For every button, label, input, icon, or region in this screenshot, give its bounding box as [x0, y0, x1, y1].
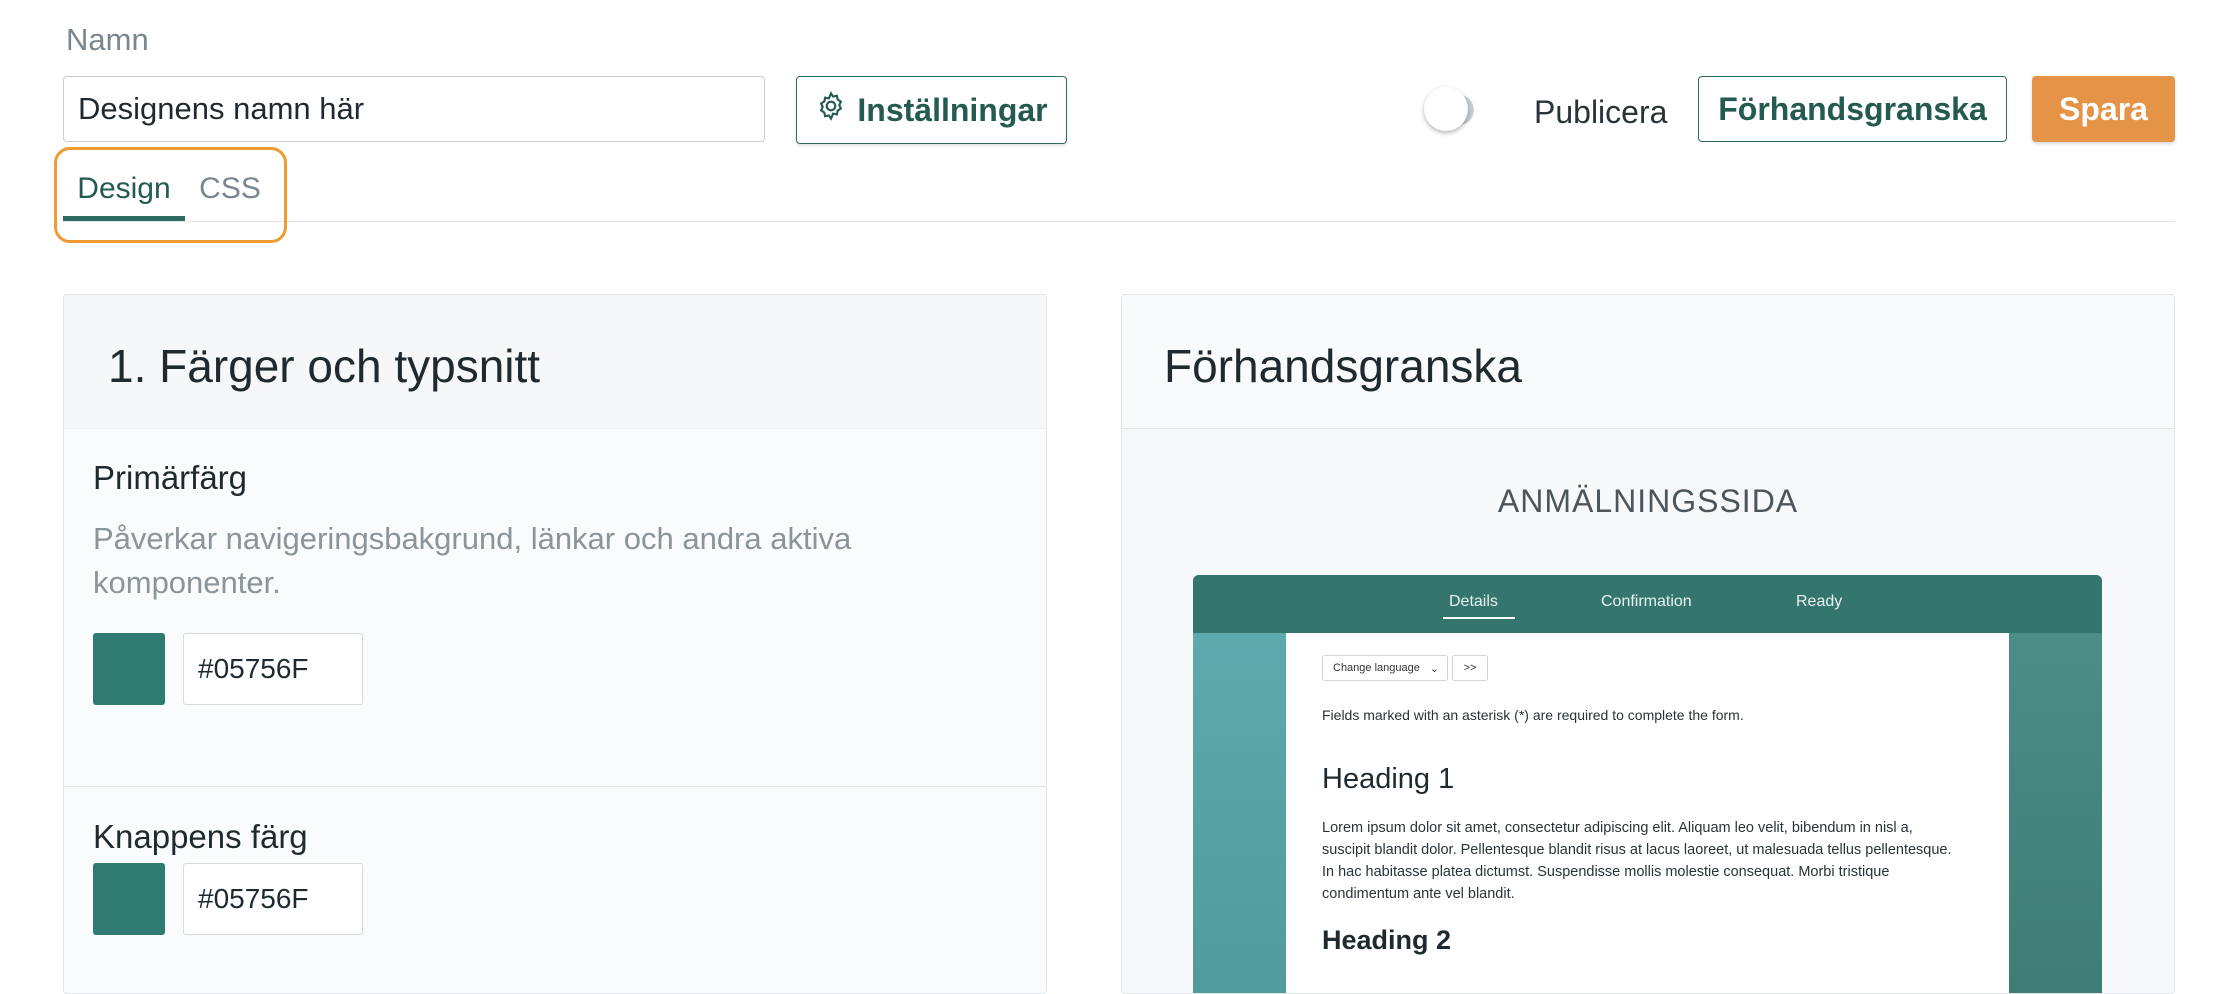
preview-panel: Förhandsgranska ANMÄLNINGSSIDA Details C…: [1121, 294, 2175, 994]
tabs-highlight: [54, 147, 287, 243]
primary-color-title: Primärfärg: [93, 459, 248, 496]
registration-page-preview: Details Confirmation Ready Change langua…: [1193, 575, 2102, 993]
preview-nav-active-indicator: [1443, 617, 1515, 619]
preview-required-note: Fields marked with an asterisk (*) are r…: [1322, 707, 1744, 723]
preview-paragraph: Lorem ipsum dolor sit amet, consectetur …: [1322, 820, 1952, 902]
preview-nav-confirmation: Confirmation: [1601, 593, 1692, 610]
tabs-divider: [63, 221, 2175, 222]
preview-title: Förhandsgranska: [1164, 340, 1522, 392]
page-type-label: ANMÄLNINGSSIDA: [1497, 483, 1799, 519]
preview-language-select: Change language ⌄: [1322, 655, 1448, 681]
preview-content: Change language ⌄ >> Fields marked with …: [1286, 633, 2009, 993]
preview-heading-1: Heading 1: [1322, 763, 1455, 795]
preview-button[interactable]: Förhandsgranska: [1698, 76, 2007, 142]
preview-left-background: [1193, 633, 1286, 993]
button-color-input[interactable]: [183, 863, 363, 935]
panel-header: 1. Färger och typsnitt: [64, 295, 1046, 429]
settings-label: Inställningar: [857, 91, 1048, 128]
save-button[interactable]: Spara: [2032, 76, 2175, 142]
publish-label: Publicera: [1534, 94, 1668, 130]
name-label: Namn: [66, 22, 149, 57]
colors-fonts-panel: 1. Färger och typsnitt Primärfärg Påverk…: [63, 294, 1047, 994]
preview-nav: Details Confirmation Ready: [1193, 575, 2102, 633]
toggle-knob: [1424, 87, 1468, 131]
button-color-swatch[interactable]: [93, 863, 165, 935]
button-color-title: Knappens färg: [93, 818, 308, 855]
publish-toggle[interactable]: [1424, 87, 1474, 131]
panel-title: 1. Färger och typsnitt: [108, 340, 541, 392]
primary-color-swatch[interactable]: [93, 633, 165, 705]
settings-button[interactable]: Inställningar: [796, 76, 1067, 144]
section-divider: [64, 786, 1046, 787]
gear-icon: [815, 90, 847, 130]
design-name-input[interactable]: [63, 76, 765, 142]
primary-color-description: Påverkar navigeringsbakgrund, länkar och…: [93, 521, 852, 600]
preview-nav-details: Details: [1449, 593, 1498, 610]
preview-go-button: >>: [1452, 655, 1488, 681]
preview-nav-ready: Ready: [1796, 593, 1843, 610]
preview-heading-2: Heading 2: [1322, 925, 1452, 955]
language-select-label: Change language: [1333, 662, 1420, 674]
preview-right-background: [2009, 633, 2102, 993]
chevron-down-icon: ⌄: [1429, 662, 1440, 675]
preview-header: Förhandsgranska: [1122, 295, 2174, 429]
primary-color-input[interactable]: [183, 633, 363, 705]
